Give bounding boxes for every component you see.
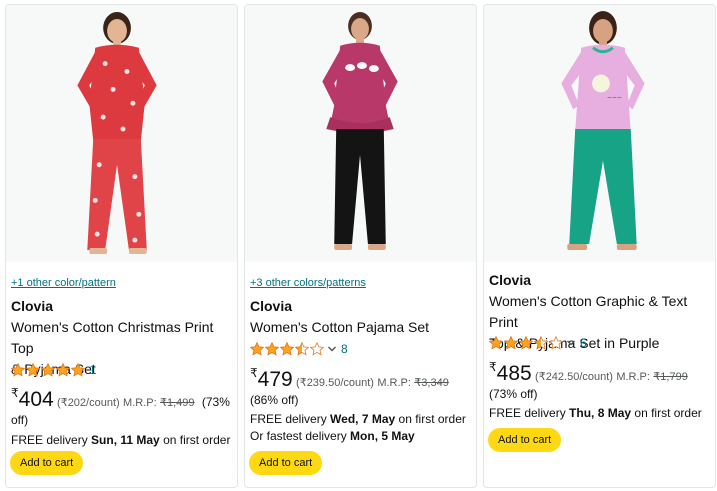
brand-name: Clovia: [250, 298, 293, 314]
unit-price: (₹202/count): [57, 397, 120, 409]
add-to-cart-button[interactable]: Add to cart: [249, 451, 323, 475]
rating-count-link[interactable]: 6: [580, 336, 587, 350]
delivery-prefix: FREE delivery: [489, 406, 566, 420]
star-icon: [280, 342, 294, 356]
variant-link[interactable]: +1 other color/pattern: [11, 277, 116, 289]
chevron-down-icon[interactable]: [327, 344, 337, 354]
delivery-info: FREE delivery Sun, 11 May on first order: [11, 432, 231, 449]
currency-symbol: ₹: [11, 386, 19, 400]
unit-price: (₹239.50/count): [296, 377, 374, 389]
product-title-line1[interactable]: Women's Cotton Graphic & Text Print: [489, 293, 687, 330]
rating-row: 1: [11, 362, 231, 378]
delivery-date: Thu, 8 May: [569, 406, 632, 420]
price-block: ₹479 (₹239.50/count) M.R.P: ₹3,349 (86% …: [250, 365, 470, 409]
star-icon: [489, 336, 503, 350]
discount: (73%: [201, 395, 230, 409]
rating-count-link[interactable]: 1: [89, 363, 96, 377]
fastest-delivery-date: Mon, 5 May: [350, 429, 415, 443]
currency-symbol: ₹: [250, 366, 258, 380]
star-icon: [71, 363, 85, 377]
product-photo: [6, 6, 237, 261]
delivery-suffix: on first order: [634, 406, 702, 420]
price: 485: [496, 362, 532, 385]
price-block: ₹404 (₹202/count) M.R.P: ₹1,499 (73% off…: [11, 385, 231, 429]
product-title[interactable]: Women's Cotton Pajama Set: [250, 317, 470, 338]
mrp-label: M.R.P:: [616, 371, 650, 383]
add-to-cart-button[interactable]: Add to cart: [10, 451, 84, 475]
star-rating[interactable]: [11, 363, 86, 377]
fastest-delivery-prefix: Or fastest delivery: [250, 429, 347, 443]
chevron-down-icon[interactable]: [566, 338, 576, 348]
mrp-value: ₹1,499: [160, 397, 195, 409]
product-title-line1[interactable]: Women's Cotton Christmas Print Top: [11, 319, 213, 356]
delivery-suffix: on first order: [163, 433, 231, 447]
product-image[interactable]: [6, 5, 237, 262]
star-icon: [534, 336, 548, 350]
product-image[interactable]: ~~~: [484, 5, 715, 262]
discount: (86% off): [250, 393, 299, 407]
rating-row: 6: [489, 335, 709, 351]
unit-price: (₹242.50/count): [535, 371, 613, 383]
rating-row: 8: [250, 341, 470, 357]
rating-count-link[interactable]: 8: [341, 342, 348, 356]
price-block: ₹485 (₹242.50/count) M.R.P: ₹1,799 (73% …: [489, 359, 709, 403]
price: 404: [18, 388, 54, 411]
delivery-suffix: on first order: [398, 412, 466, 426]
add-to-cart-button[interactable]: Add to cart: [488, 428, 562, 452]
star-icon: [56, 363, 70, 377]
product-image[interactable]: [245, 5, 476, 262]
currency-symbol: ₹: [489, 360, 497, 374]
product-card: +1 other color/pattern Clovia Women's Co…: [5, 4, 238, 488]
delivery-date: Sun, 11 May: [91, 433, 160, 447]
star-icon: [310, 342, 324, 356]
brand-name: Clovia: [11, 298, 54, 314]
mrp-label: M.R.P:: [377, 377, 411, 389]
star-icon: [11, 363, 25, 377]
product-title-line1[interactable]: Women's Cotton Pajama Set: [250, 319, 429, 335]
star-icon: [250, 342, 264, 356]
price: 479: [257, 368, 293, 391]
delivery-prefix: FREE delivery: [11, 433, 88, 447]
delivery-date: Wed, 7 May: [330, 412, 396, 426]
star-icon: [504, 336, 518, 350]
star-icon: [295, 342, 309, 356]
delivery-info: FREE delivery Thu, 8 May on first order: [489, 405, 709, 422]
product-card: ~~~ Clovia Women's Cotton Graphic & Text…: [483, 4, 716, 488]
discount-tail: off): [11, 413, 29, 427]
star-icon: [519, 336, 533, 350]
svg-text:~~~: ~~~: [607, 94, 622, 101]
mrp-value: ₹3,349: [414, 377, 449, 389]
delivery-info: FREE delivery Wed, 7 May on first order …: [250, 411, 470, 445]
star-icon: [41, 363, 55, 377]
star-rating[interactable]: [250, 342, 325, 356]
product-photo: [245, 6, 476, 261]
delivery-prefix: FREE delivery: [250, 412, 327, 426]
star-icon: [26, 363, 40, 377]
variant-link[interactable]: +3 other colors/patterns: [250, 277, 366, 289]
discount: (73% off): [489, 387, 538, 401]
brand-name: Clovia: [489, 272, 532, 288]
mrp-label: M.R.P:: [123, 397, 157, 409]
mrp-value: ₹1,799: [653, 371, 688, 383]
star-icon: [549, 336, 563, 350]
star-rating[interactable]: [489, 336, 564, 350]
product-photo: ~~~: [484, 6, 715, 261]
star-icon: [265, 342, 279, 356]
product-card: +3 other colors/patterns Clovia Women's …: [244, 4, 477, 488]
